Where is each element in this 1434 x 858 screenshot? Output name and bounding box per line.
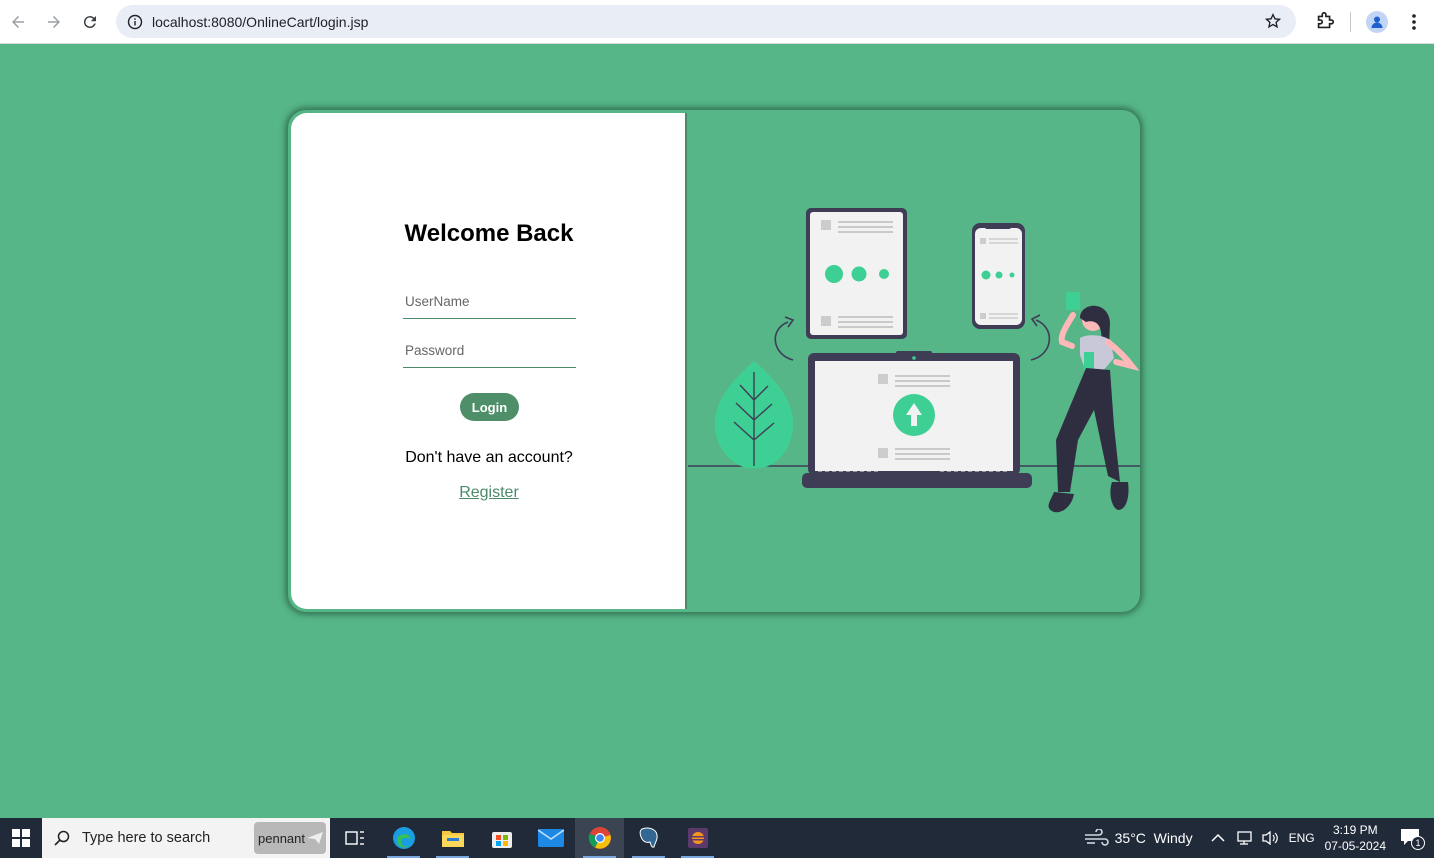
taskbar-chrome[interactable] bbox=[575, 818, 624, 858]
taskbar-postgresql[interactable] bbox=[624, 818, 673, 858]
username-field bbox=[403, 293, 576, 319]
network-icon[interactable] bbox=[1235, 830, 1253, 846]
address-bar[interactable]: localhost:8080/OnlineCart/login.jsp bbox=[116, 5, 1296, 38]
task-view-button[interactable] bbox=[330, 818, 379, 858]
clock-time: 3:19 PM bbox=[1332, 823, 1378, 837]
arrow-left-icon bbox=[12, 15, 24, 28]
taskbar-file-explorer[interactable] bbox=[428, 818, 477, 858]
windows-logo-icon bbox=[12, 829, 30, 847]
chevron-up-icon[interactable] bbox=[1211, 833, 1225, 843]
weather-text: 35°C Windy bbox=[1114, 830, 1193, 846]
eclipse-ide-icon bbox=[687, 828, 708, 848]
notification-center-button[interactable]: 1 bbox=[1400, 825, 1426, 851]
no-account-text: Don't have an account? bbox=[405, 449, 573, 466]
system-tray: 35°C Windy ENG 3:19 PM 07-05-2024 1 bbox=[1083, 818, 1434, 858]
login-card: Welcome Back Login Don't have an account… bbox=[288, 110, 1140, 612]
register-link[interactable]: Register bbox=[291, 484, 687, 502]
login-form-panel: Welcome Back Login Don't have an account… bbox=[291, 113, 687, 609]
reload-icon bbox=[83, 15, 96, 28]
taskbar-edge[interactable] bbox=[379, 818, 428, 858]
chrome-browser-icon bbox=[588, 827, 611, 849]
woman-figure-icon bbox=[1048, 292, 1140, 513]
plant-icon bbox=[714, 361, 794, 469]
clock-date: 07-05-2024 bbox=[1324, 839, 1386, 853]
online-shopping-illustration bbox=[688, 208, 1140, 513]
phone-icon bbox=[972, 223, 1025, 329]
pennant-label: pennant bbox=[258, 830, 305, 846]
wind-icon bbox=[1084, 829, 1109, 846]
laptop-icon bbox=[802, 351, 1032, 488]
search-placeholder: Type here to search bbox=[82, 830, 211, 846]
postgresql-elephant-icon bbox=[639, 827, 658, 848]
toolbar-divider bbox=[1350, 12, 1351, 32]
password-field bbox=[403, 342, 576, 368]
forward-button[interactable] bbox=[36, 4, 72, 40]
speaker-icon[interactable] bbox=[1261, 830, 1279, 846]
folder-icon bbox=[441, 831, 464, 847]
login-button[interactable]: Login bbox=[460, 393, 519, 421]
pennant-search-highlight[interactable]: pennant bbox=[254, 822, 326, 854]
search-icon bbox=[54, 830, 70, 846]
profile-avatar-icon[interactable] bbox=[1366, 11, 1388, 33]
notification-count: 1 bbox=[1411, 836, 1425, 850]
windows-taskbar: Type here to search pennant 35°C Windy E… bbox=[0, 818, 1434, 858]
username-input[interactable] bbox=[403, 294, 576, 309]
browser-toolbar: localhost:8080/OnlineCart/login.jsp bbox=[0, 0, 1434, 44]
task-view-icon bbox=[344, 831, 364, 845]
extensions-puzzle-icon[interactable] bbox=[1314, 10, 1336, 37]
password-input[interactable] bbox=[403, 343, 576, 358]
taskbar-store[interactable] bbox=[477, 818, 526, 858]
taskbar-mail[interactable] bbox=[526, 818, 575, 858]
bookmark-star-icon[interactable] bbox=[1264, 12, 1282, 35]
mail-icon bbox=[537, 829, 564, 847]
url-text: localhost:8080/OnlineCart/login.jsp bbox=[152, 13, 369, 30]
reload-button[interactable] bbox=[72, 4, 108, 40]
clock[interactable]: 3:19 PM 07-05-2024 bbox=[1325, 822, 1386, 854]
tablet-icon bbox=[806, 208, 907, 339]
edge-browser-icon bbox=[392, 827, 415, 849]
language-indicator[interactable]: ENG bbox=[1289, 831, 1315, 845]
start-button[interactable] bbox=[0, 818, 42, 858]
arrow-right-icon bbox=[48, 15, 60, 28]
site-info-icon[interactable] bbox=[120, 14, 150, 30]
weather-widget[interactable]: 35°C Windy bbox=[1083, 829, 1193, 847]
microsoft-store-icon bbox=[491, 832, 512, 848]
back-button[interactable] bbox=[0, 4, 36, 40]
page-title: Welcome Back bbox=[404, 220, 574, 247]
taskbar-search-box[interactable]: Type here to search pennant bbox=[42, 818, 330, 858]
menu-kebab-icon[interactable] bbox=[1404, 12, 1424, 37]
taskbar-eclipse[interactable] bbox=[673, 818, 722, 858]
paper-plane-icon bbox=[307, 832, 323, 844]
